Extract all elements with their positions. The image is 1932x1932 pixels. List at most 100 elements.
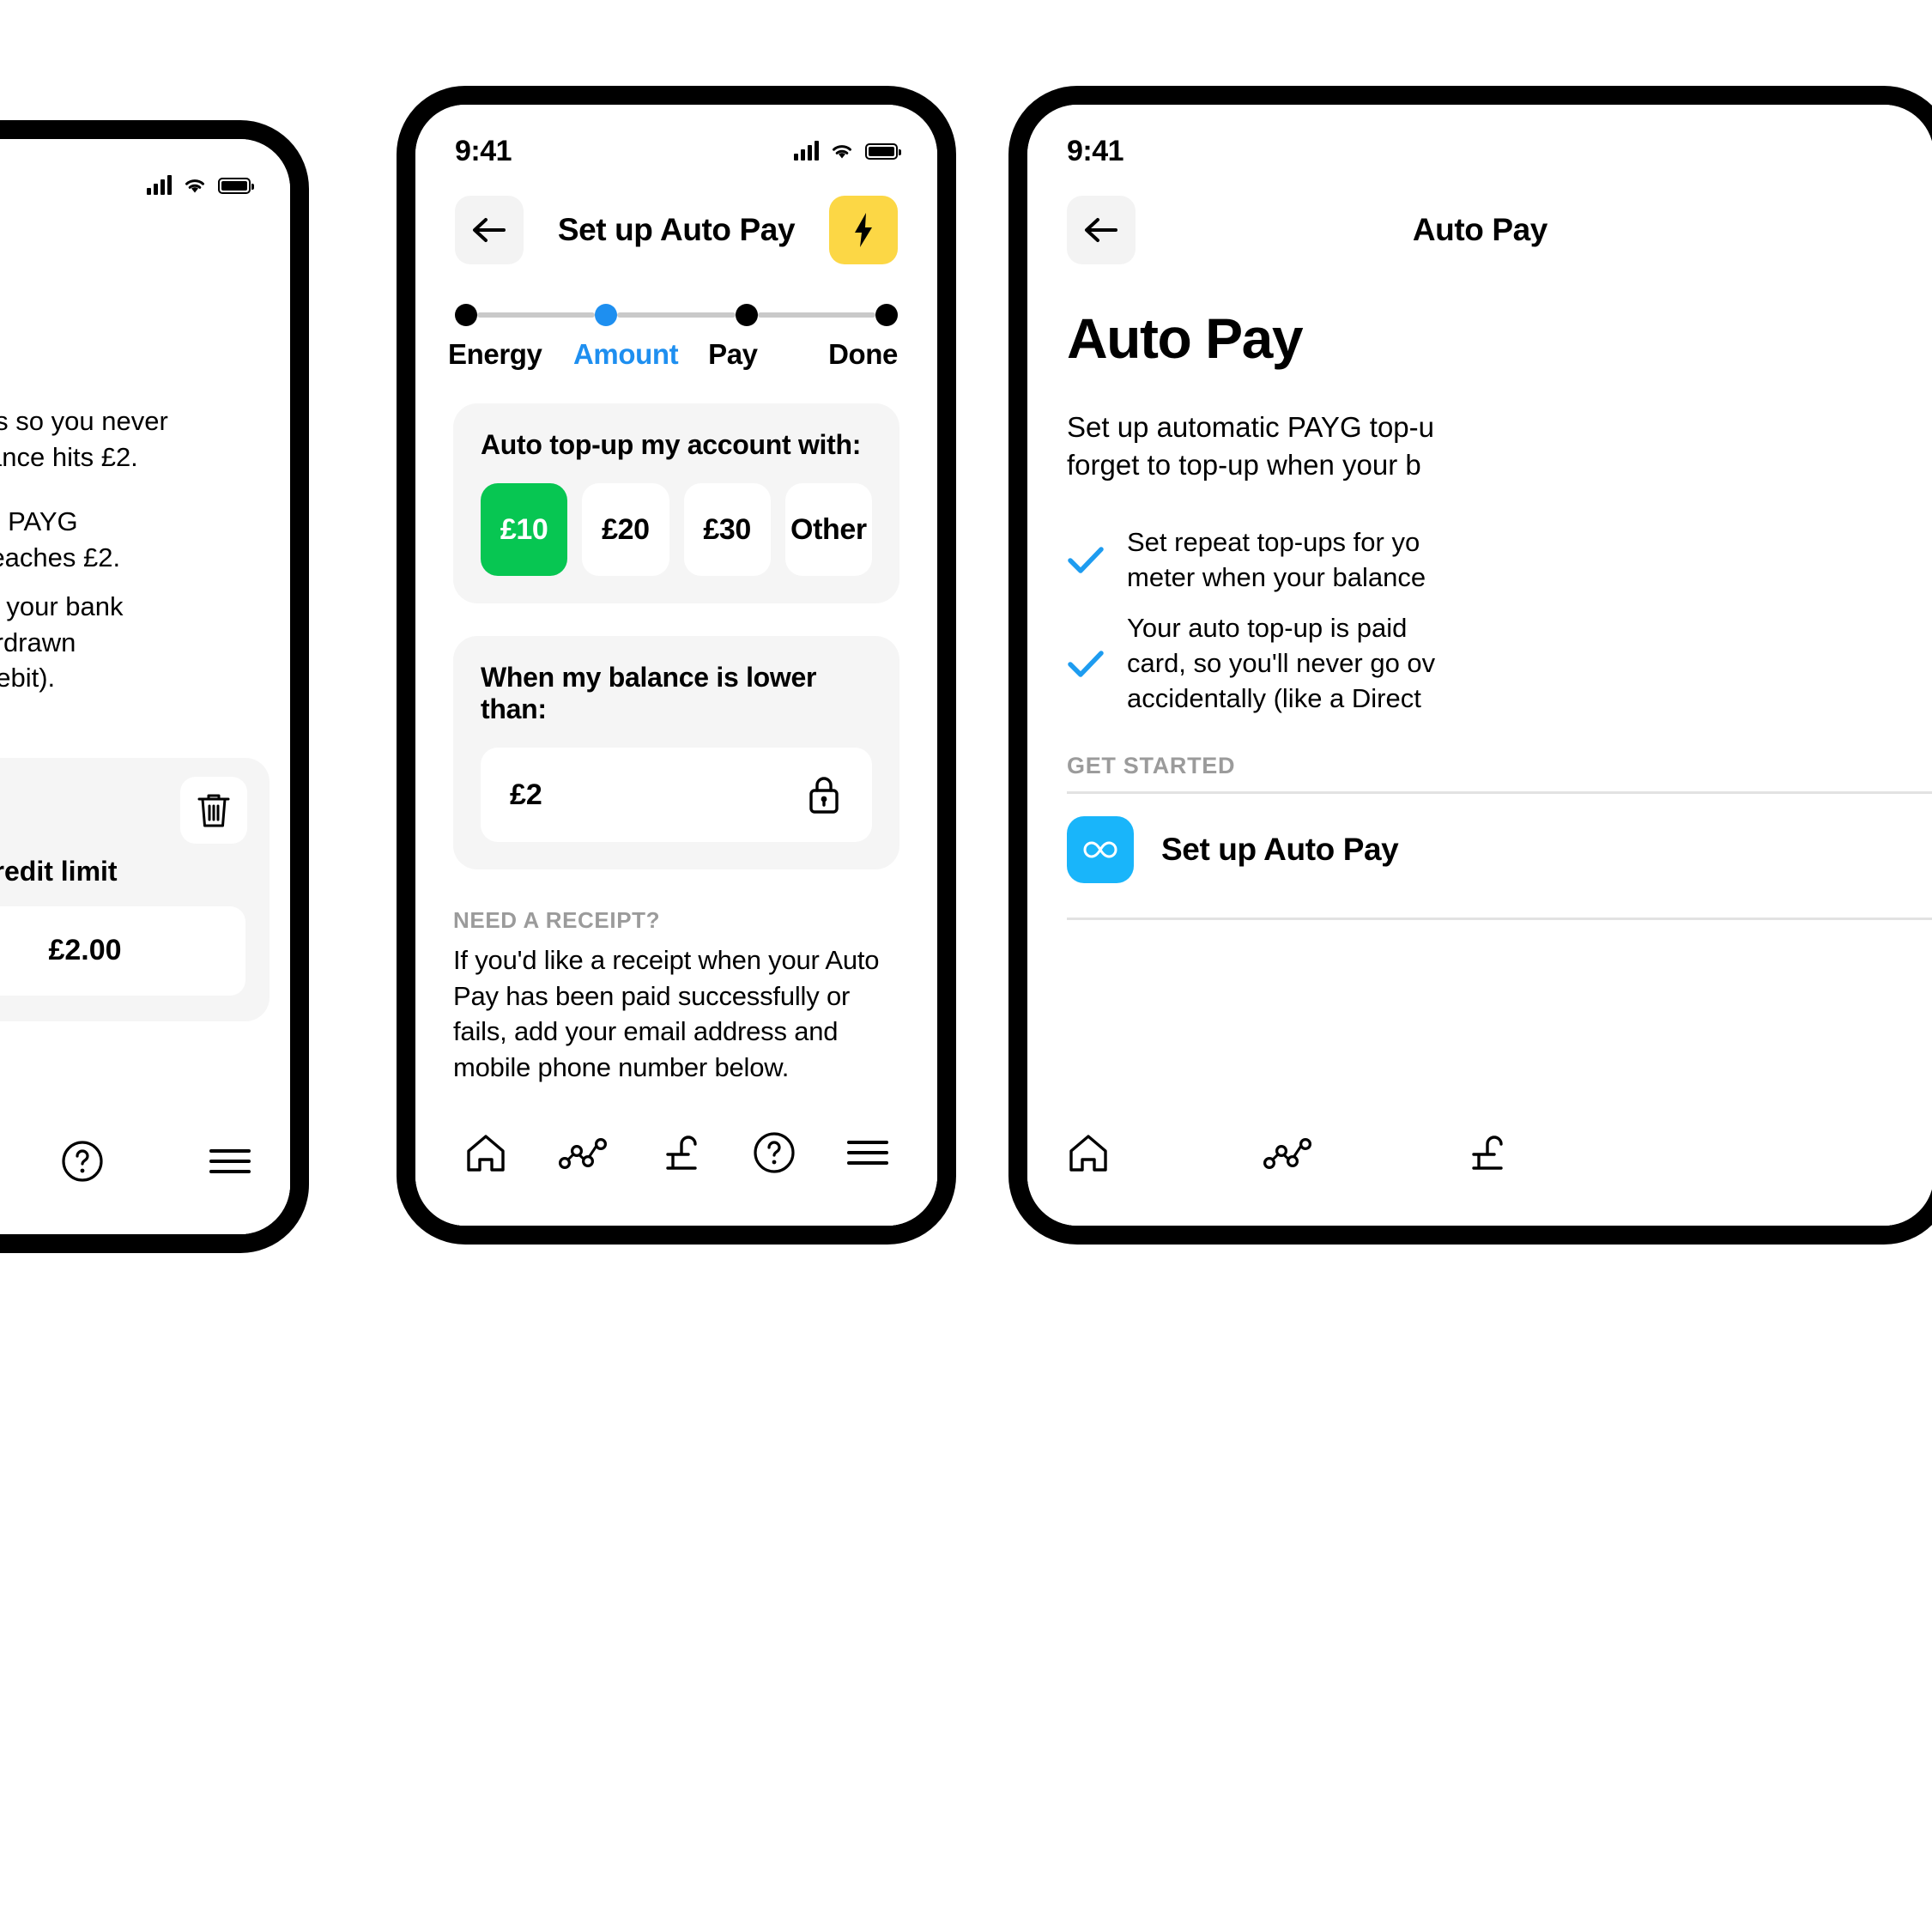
step-label-energy: Energy: [448, 338, 542, 370]
tab-menu[interactable]: [845, 1137, 890, 1168]
tab-help-left[interactable]: [60, 1139, 105, 1184]
left-bullet-3: ll never go overdrawn: [0, 627, 76, 657]
right-bullet-0-text: Set repeat top-ups for yo meter when you…: [1127, 525, 1426, 596]
threshold-card-title: When my balance is lower than:: [481, 662, 817, 724]
phone-right-screen: 9:41 Auto Pay Auto Pay Set up automatic …: [1027, 105, 1932, 1226]
set-up-auto-pay-label: Set up Auto Pay: [1161, 831, 1399, 867]
phone-middle-screen: 9:41 Set up Auto Pay Energy Amount Pay D…: [415, 105, 937, 1226]
nav-bar-right: Auto Pay: [1027, 172, 1932, 266]
stepper-labels: Energy Amount Pay Done: [448, 338, 898, 371]
right-bullet-1: Your auto top-up is paid card, so you'll…: [1067, 611, 1932, 717]
lock-icon: [809, 777, 839, 814]
wifi-icon: [833, 145, 851, 159]
check-icon: [1068, 650, 1104, 677]
phone-left: Auto Pay c PAYG top-ups so you never whe…: [0, 120, 309, 1253]
right-intro: Set up automatic PAYG top-u forget to to…: [1027, 371, 1932, 484]
left-body: c PAYG top-ups so you never when your ba…: [0, 300, 290, 696]
tab-pound-right[interactable]: [1467, 1130, 1508, 1175]
phone-right: 9:41 Auto Pay Auto Pay Set up automatic …: [1008, 86, 1932, 1245]
right-bullet-1-text: Your auto top-up is paid card, so you'll…: [1127, 611, 1435, 717]
tab-home[interactable]: [463, 1130, 509, 1175]
lightning-bolt-icon: [855, 213, 872, 247]
credit-limit-label: Credit limit: [0, 855, 118, 887]
left-body-line-1: when your balance hits £2.: [0, 441, 138, 472]
phone-left-screen: Auto Pay c PAYG top-ups so you never whe…: [0, 139, 290, 1234]
step-label-pay: Pay: [708, 338, 758, 370]
credit-limit-card: Credit limit £2.00: [0, 757, 270, 1021]
threshold-value: £2: [510, 778, 542, 811]
nav-bar-left: Auto Pay: [0, 206, 290, 300]
home-icon: [1069, 1135, 1107, 1172]
infinity-glyph: [1083, 841, 1117, 858]
progress-stepper: Energy Amount Pay Done: [415, 266, 937, 371]
tab-help[interactable]: [752, 1130, 796, 1175]
right-bullets: Set repeat top-ups for yo meter when you…: [1027, 484, 1932, 717]
left-bullet-1: your balance reaches £2.: [0, 542, 121, 572]
arrow-left-icon: [473, 218, 506, 242]
help-icon: [753, 1132, 795, 1173]
menu-icon: [847, 1141, 889, 1165]
amount-option-30[interactable]: £30: [683, 483, 771, 576]
receipt-paragraph: If you'd like a receipt when your Auto P…: [453, 945, 880, 1082]
status-time-right: 9:41: [1067, 134, 1124, 167]
tab-bar-right: [1027, 1109, 1932, 1226]
step-line-2: [617, 312, 736, 318]
nav-bar-mid: Set up Auto Pay: [415, 172, 937, 266]
status-bar-mid: 9:41: [415, 105, 937, 172]
step-label-done: Done: [828, 338, 898, 370]
step-dot-amount[interactable]: [595, 304, 618, 326]
left-bullet-2: -up is paid with your bank: [0, 591, 124, 622]
back-button[interactable]: [455, 196, 524, 264]
usage-chart-icon: [559, 1137, 608, 1170]
wifi-icon: [185, 179, 204, 193]
back-button-right[interactable]: [1067, 196, 1136, 264]
set-up-auto-pay-row[interactable]: Set up Auto Pay: [1027, 794, 1932, 905]
trash-icon[interactable]: [180, 776, 247, 844]
tab-bar-left: [0, 1117, 290, 1234]
amount-option-other[interactable]: Other: [784, 483, 872, 576]
tab-bar-mid: [415, 1109, 937, 1226]
right-bullet-0-line-1: meter when your balance: [1127, 562, 1426, 593]
tab-usage-right[interactable]: [1263, 1134, 1316, 1172]
signal-icon: [794, 141, 819, 160]
step-line-1: [477, 312, 596, 318]
amount-option-10[interactable]: £10: [481, 483, 568, 576]
tab-menu-left[interactable]: [208, 1146, 252, 1177]
tab-pound[interactable]: [661, 1130, 702, 1175]
amount-card: Auto top-up my account with: £10 £20 £30…: [453, 403, 899, 603]
tab-home-right[interactable]: [1065, 1130, 1111, 1175]
heading-right: Auto Pay: [1067, 306, 1304, 370]
amount-option-20[interactable]: £20: [582, 483, 669, 576]
amount-options: £10 £20 £30 Other: [481, 483, 872, 576]
right-bullet-1-line-2: accidentally (like a Direct: [1127, 683, 1421, 714]
right-intro-line-1: forget to top-up when your b: [1067, 449, 1421, 481]
menu-icon: [209, 1149, 251, 1173]
threshold-card: When my balance is lower than: £2: [453, 636, 899, 869]
lightning-bolt-button[interactable]: [829, 196, 898, 264]
phone-middle: 9:41 Set up Auto Pay Energy Amount Pay D…: [397, 86, 956, 1245]
tab-usage[interactable]: [558, 1134, 611, 1172]
pound-icon: [1472, 1136, 1503, 1170]
check-icon: [1068, 547, 1104, 574]
right-intro-line-0: Set up automatic PAYG top-u: [1067, 411, 1435, 443]
trash-glyph: [197, 794, 230, 827]
battery-icon: [865, 142, 901, 160]
status-bar-left: [0, 139, 290, 206]
threshold-input[interactable]: £2: [481, 748, 872, 842]
right-bullet-0-line-0: Set repeat top-ups for yo: [1127, 527, 1420, 558]
credit-limit-row: £2.00: [0, 905, 245, 996]
right-eyebrow: GET STARTED: [1067, 752, 1236, 778]
right-bullet-0: Set repeat top-ups for yo meter when you…: [1067, 525, 1932, 596]
step-line-3: [757, 312, 875, 318]
step-dot-done[interactable]: [875, 304, 898, 326]
right-divider-bottom: [1067, 917, 1932, 920]
step-dot-energy[interactable]: [455, 304, 477, 326]
credit-limit-value[interactable]: £2.00: [0, 905, 245, 996]
arrow-left-icon: [1085, 218, 1117, 242]
left-body-line-0: c PAYG top-ups so you never: [0, 406, 168, 436]
status-bar-right: 9:41: [1027, 105, 1932, 172]
left-bullet-4: (like a Direct Debit).: [0, 663, 56, 693]
screenshot-stage: Auto Pay c PAYG top-ups so you never whe…: [0, 0, 1932, 1932]
receipt-eyebrow: NEED A RECEIPT?: [453, 907, 661, 933]
step-dot-pay[interactable]: [735, 304, 758, 326]
